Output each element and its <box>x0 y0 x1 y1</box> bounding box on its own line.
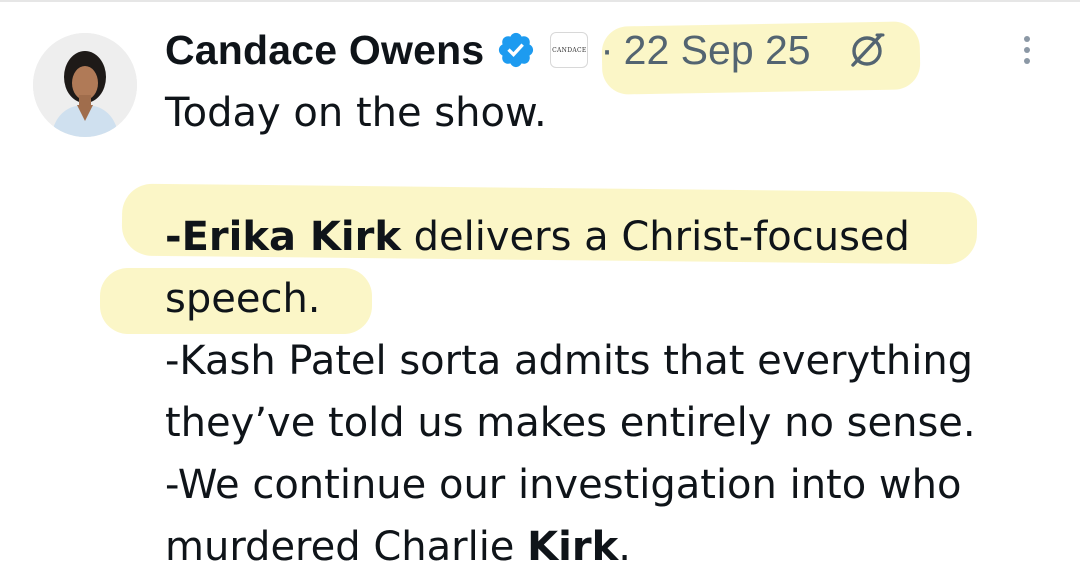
post-date[interactable]: 22 Sep 25 <box>624 27 811 74</box>
post-line-text: murdered Charlie <box>165 524 528 570</box>
top-divider <box>0 0 1080 2</box>
post-line: murdered Charlie Kirk. <box>165 516 976 578</box>
post-line-text: delivers a Christ-focused <box>400 214 910 260</box>
post-line: -Kash Patel sorta admits that everything <box>165 338 974 384</box>
post-text: Today on the show. -Erika Kirk delivers … <box>165 82 976 578</box>
post-line: speech. <box>165 276 321 322</box>
post-header: Candace Owens CANDACE · 22 Sep 25 <box>165 22 887 78</box>
post-line-blank <box>165 144 976 206</box>
post-line: -We continue our investigation into who <box>165 462 962 508</box>
mention-kirk: Kirk <box>527 524 619 570</box>
post-line: they’ve told us makes entirely no sense. <box>165 400 976 446</box>
affiliate-badge[interactable]: CANDACE <box>550 32 589 68</box>
grok-icon[interactable] <box>847 30 887 70</box>
avatar[interactable] <box>33 33 137 137</box>
header-separator: · <box>600 27 614 72</box>
post-line: -Erika Kirk delivers a Christ-focused <box>165 206 976 268</box>
verified-badge-icon[interactable] <box>496 30 536 70</box>
author-name[interactable]: Candace Owens <box>165 27 484 74</box>
avatar-image <box>33 33 137 137</box>
mention-erika-kirk: -Erika Kirk <box>165 214 401 260</box>
more-options-icon[interactable] <box>1016 36 1038 72</box>
post-line: Today on the show. <box>165 90 547 136</box>
post-line-text: . <box>618 524 631 570</box>
